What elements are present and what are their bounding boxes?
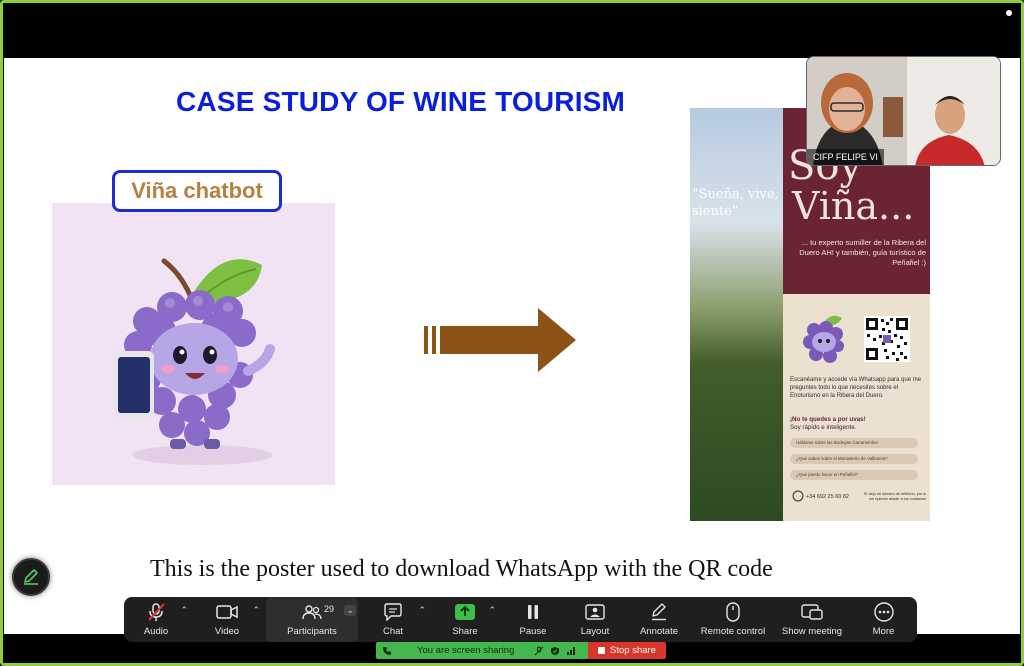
right-arrow-icon bbox=[424, 308, 576, 377]
stop-square-icon bbox=[598, 647, 606, 654]
audio-label: Audio bbox=[143, 626, 169, 637]
vineyard-photo bbox=[690, 108, 783, 521]
grape-mascot-icon bbox=[114, 258, 275, 465]
screen-sharing-text: You are screen sharing bbox=[417, 645, 515, 656]
poster-cta: ¡No te quedes a por uvas! Soy rápido e i… bbox=[790, 416, 926, 432]
screen-sharing-banner: You are screen sharing bbox=[376, 642, 588, 659]
slide-caption: This is the poster used to download What… bbox=[150, 556, 773, 582]
grape-mini-icon bbox=[803, 315, 844, 363]
participants-label: Participants bbox=[287, 626, 337, 637]
poster-chip: ¿Qué sabes sobre el Monasterio de Valbue… bbox=[790, 454, 918, 464]
participant-count: 29 bbox=[324, 604, 335, 614]
stop-share-button[interactable]: Stop share bbox=[588, 642, 666, 659]
more-label: More bbox=[872, 626, 895, 637]
more-dots-icon bbox=[873, 602, 894, 622]
participants-button[interactable]: Participants 29 ⌄ bbox=[266, 597, 358, 642]
poster-chip: Háblame sobre las Bodegas Carramimbre bbox=[790, 438, 918, 448]
annotate-label: Annotate bbox=[639, 626, 679, 637]
poster-footer: Te dejo mi número de teléfono, por si me… bbox=[863, 492, 926, 501]
audio-button[interactable]: Audio ⌃ bbox=[124, 597, 188, 642]
phone-icon bbox=[383, 646, 391, 655]
whatsapp-icon bbox=[792, 490, 804, 502]
video-caret-icon[interactable]: ⌃ bbox=[252, 605, 260, 616]
video-button[interactable]: Video ⌃ bbox=[188, 597, 266, 642]
slide-title: CASE STUDY OF WINE TOURISM bbox=[176, 86, 626, 117]
pause-label: Pause bbox=[519, 626, 547, 637]
annotate-pen-button[interactable] bbox=[12, 558, 50, 596]
pencil-icon bbox=[24, 569, 38, 585]
participants-icon bbox=[302, 602, 322, 622]
microphone-muted-icon bbox=[146, 602, 166, 622]
chat-button[interactable]: Chat ⌃ bbox=[358, 597, 428, 642]
chat-bubble-icon bbox=[383, 602, 403, 622]
share-caret-icon[interactable]: ⌃ bbox=[488, 605, 496, 616]
layout-button[interactable]: Layout bbox=[564, 597, 626, 642]
layout-label: Layout bbox=[580, 626, 610, 637]
chat-caret-icon[interactable]: ⌃ bbox=[418, 605, 426, 616]
video-camera-icon bbox=[216, 602, 238, 622]
show-meeting-label: Show meeting bbox=[781, 626, 843, 637]
chatbot-label: Viña chatbot bbox=[112, 170, 282, 212]
shield-check-icon bbox=[551, 646, 560, 655]
poster-scan-text: Escanéame y accede vía Whatsapp para que… bbox=[790, 377, 922, 399]
show-meeting-icon bbox=[801, 602, 823, 622]
participant-video-tile[interactable]: CIFP FELIPE VI bbox=[806, 56, 1001, 166]
qr-code bbox=[864, 316, 910, 362]
signal-icon bbox=[567, 646, 576, 655]
mic-off-small-icon bbox=[535, 646, 544, 655]
top-black-bar bbox=[0, 0, 1024, 58]
poster-cta-sub: Soy rápido e inteligente. bbox=[790, 424, 857, 431]
meeting-toolbar: Audio ⌃ Video ⌃ Participants 29 ⌄ Chat ⌃… bbox=[124, 597, 917, 642]
stop-share-label: Stop share bbox=[610, 645, 656, 656]
poster-vina: Viña... bbox=[792, 184, 915, 228]
video-label: Video bbox=[214, 626, 240, 637]
show-meeting-button[interactable]: Show meeting bbox=[774, 597, 850, 642]
remote-control-label: Remote control bbox=[700, 626, 766, 637]
pause-share-button[interactable]: Pause bbox=[502, 597, 564, 642]
audio-caret-icon[interactable]: ⌃ bbox=[180, 605, 188, 616]
wine-poster: “Sueña, vive, siente” Soy Viña... ... tu… bbox=[690, 108, 930, 521]
participants-caret-icon[interactable]: ⌄ bbox=[344, 605, 356, 616]
annotate-pen-icon bbox=[650, 602, 668, 622]
annotate-button[interactable]: Annotate bbox=[626, 597, 692, 642]
layout-icon bbox=[585, 602, 605, 622]
share-label: Share bbox=[452, 626, 478, 637]
poster-cta-title: ¡No te quedes a por uvas! bbox=[790, 416, 866, 423]
participant-name-label: CIFP FELIPE VI bbox=[807, 149, 884, 165]
poster-quote: “Sueña, vive, siente” bbox=[692, 187, 779, 219]
more-button[interactable]: More bbox=[850, 597, 917, 642]
status-dot bbox=[1006, 10, 1012, 16]
share-screen-icon bbox=[454, 602, 476, 622]
share-button[interactable]: Share ⌃ bbox=[428, 597, 502, 642]
poster-tagline: ... tu experto sumiller de la Ribera del… bbox=[799, 238, 926, 267]
pause-icon bbox=[526, 602, 540, 622]
grape-mascot-image bbox=[52, 203, 335, 485]
mouse-icon bbox=[726, 602, 740, 622]
remote-control-button[interactable]: Remote control bbox=[692, 597, 774, 642]
chat-label: Chat bbox=[382, 626, 404, 637]
poster-chip: ¿Qué puedo hacer en Peñafiel? bbox=[790, 470, 918, 480]
poster-phone: +34 692 25 60 82 bbox=[806, 494, 849, 500]
